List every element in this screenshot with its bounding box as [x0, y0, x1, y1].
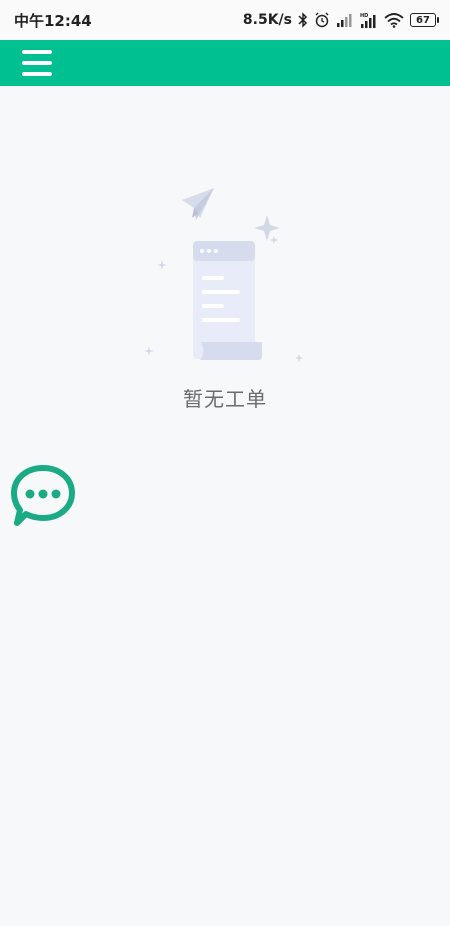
- svg-text:HD: HD: [360, 13, 368, 19]
- network-speed: 8.5K/s: [242, 12, 292, 28]
- signal-icon: [337, 14, 352, 27]
- hd-signal-icon: HD: [360, 13, 376, 28]
- status-time: 中午12:44: [14, 11, 92, 30]
- alarm-icon: [315, 12, 329, 28]
- battery-icon: 67: [410, 13, 439, 27]
- paper-plane-icon: [182, 188, 214, 220]
- empty-document-illustration: [140, 180, 310, 370]
- empty-illustration-svg: [144, 188, 303, 362]
- battery-level: 67: [416, 14, 430, 26]
- document-icon: [193, 241, 262, 360]
- wifi-icon: [384, 12, 404, 28]
- bluetooth-icon: [298, 12, 308, 28]
- app-bar: [0, 40, 450, 86]
- empty-state-message: 暂无工单: [183, 387, 267, 411]
- hamburger-menu-icon[interactable]: [22, 43, 62, 83]
- status-indicators: 8.5K/s HD 67: [242, 12, 439, 28]
- chat-bubble-icon[interactable]: [8, 463, 78, 527]
- status-bar: 中午12:44 8.5K/s HD 67: [0, 0, 450, 40]
